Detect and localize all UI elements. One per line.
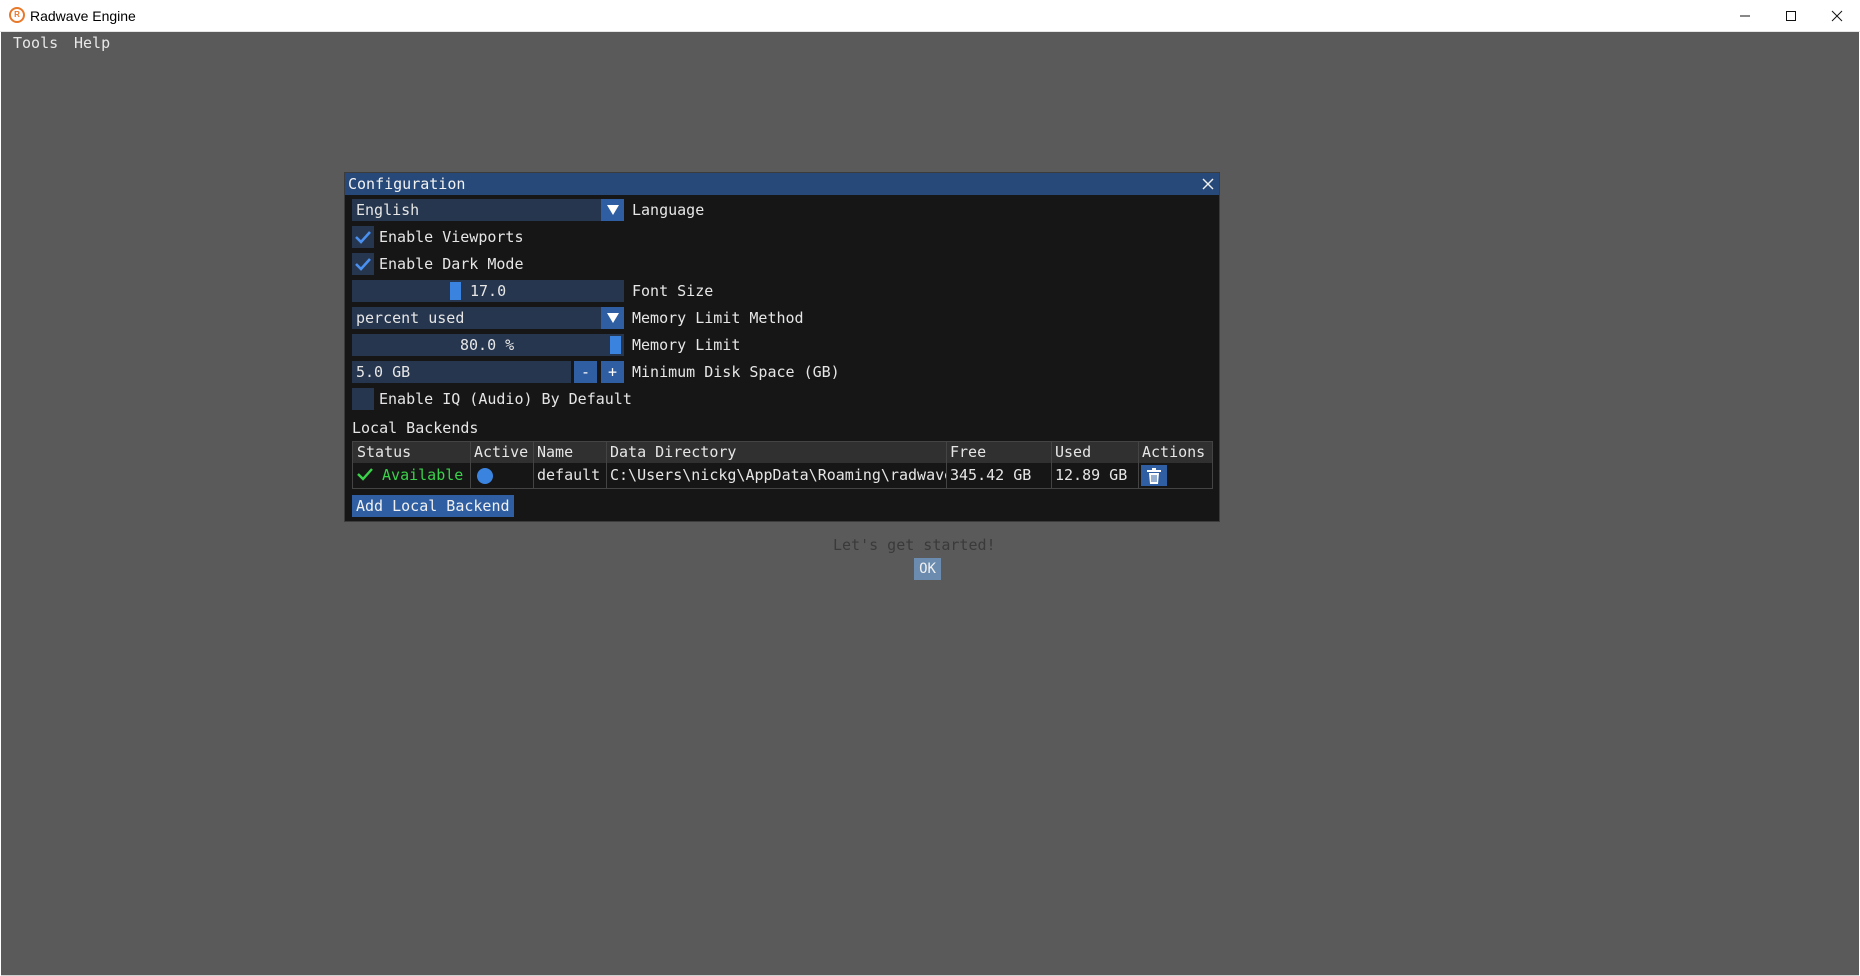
status-text: Available [382, 466, 464, 484]
actions-cell [1138, 463, 1212, 488]
memory-limit-method-select[interactable]: percent used [352, 307, 624, 329]
table-header: Status Active Name Data Directory Free U… [353, 442, 1212, 463]
memory-limit-slider-handle[interactable] [610, 336, 621, 354]
active-cell [470, 463, 533, 488]
column-header-actions[interactable]: Actions [1138, 442, 1212, 463]
memory-limit-label: Memory Limit [632, 336, 741, 354]
local-backends-heading: Local Backends [352, 419, 479, 437]
delete-backend-button[interactable] [1141, 465, 1167, 486]
column-divider [946, 442, 947, 488]
font-size-slider[interactable]: 17.0 [352, 280, 624, 302]
window-title: Radwave Engine [30, 8, 136, 24]
memory-limit-method-label: Memory Limit Method [632, 309, 804, 327]
menu-help[interactable]: Help [74, 34, 110, 52]
column-header-used[interactable]: Used [1051, 442, 1138, 463]
active-radio[interactable] [477, 467, 493, 484]
ok-button[interactable]: OK [914, 558, 941, 580]
min-disk-space-input[interactable]: 5.0 GB [352, 361, 571, 383]
min-disk-space-decrement-button[interactable]: - [574, 361, 597, 383]
column-header-free[interactable]: Free [946, 442, 1051, 463]
os-title-bar: R Radwave Engine [0, 0, 1860, 32]
column-divider [533, 442, 534, 488]
chevron-down-icon[interactable] [601, 199, 624, 221]
font-size-label: Font Size [632, 282, 714, 300]
language-select[interactable]: English [352, 199, 624, 221]
minimize-icon [1740, 15, 1750, 16]
language-value: English [356, 201, 420, 219]
column-divider [606, 442, 607, 488]
checkmark-icon [355, 231, 371, 244]
checkmark-icon [357, 468, 373, 481]
configuration-window: Configuration English Language Enable Vi… [344, 172, 1220, 522]
configuration-title-bar[interactable]: Configuration [345, 173, 1219, 195]
data-directory-cell: C:\Users\nickg\AppData\Roaming\radwave [610, 466, 946, 484]
language-label: Language [632, 201, 705, 219]
font-size-slider-handle[interactable] [450, 282, 461, 300]
configuration-close-button[interactable] [1198, 173, 1218, 195]
chevron-down-icon[interactable] [601, 307, 624, 329]
maximize-button[interactable] [1768, 0, 1814, 31]
column-header-data-directory[interactable]: Data Directory [606, 442, 946, 463]
close-window-button[interactable] [1814, 0, 1860, 31]
used-cell: 12.89 GB [1055, 466, 1128, 484]
column-divider [470, 442, 471, 488]
minimize-button[interactable] [1722, 0, 1768, 31]
local-backends-table: Status Active Name Data Directory Free U… [352, 441, 1213, 489]
memory-limit-slider[interactable]: 80.0 % [352, 334, 624, 356]
min-disk-space-increment-button[interactable]: + [601, 361, 624, 383]
min-disk-space-label: Minimum Disk Space (GB) [632, 363, 840, 381]
configuration-title: Configuration [348, 175, 466, 193]
close-icon [1831, 10, 1843, 21]
checkmark-icon [355, 258, 371, 271]
column-header-status[interactable]: Status [353, 442, 470, 463]
column-header-active[interactable]: Active [470, 442, 533, 463]
trash-icon [1147, 467, 1161, 484]
enable-dark-mode-label: Enable Dark Mode [379, 255, 524, 273]
column-header-name[interactable]: Name [533, 442, 606, 463]
column-divider [1051, 442, 1052, 488]
radwave-logo-icon: R [9, 7, 25, 23]
memory-limit-value: 80.0 % [460, 336, 515, 354]
enable-dark-mode-checkbox[interactable] [352, 253, 374, 275]
menu-tools[interactable]: Tools [13, 34, 58, 52]
enable-viewports-checkbox[interactable] [352, 226, 374, 248]
enable-iq-checkbox[interactable] [352, 388, 374, 410]
welcome-text: Let's get started! [833, 536, 996, 554]
close-icon [1202, 178, 1214, 190]
font-size-value: 17.0 [470, 282, 507, 300]
free-cell: 345.42 GB [950, 466, 1032, 484]
maximize-icon [1786, 10, 1796, 21]
table-row: Available default C:\Users\nickg\AppData… [353, 442, 1212, 488]
enable-iq-label: Enable IQ (Audio) By Default [379, 390, 632, 408]
add-local-backend-button[interactable]: Add Local Backend [352, 495, 514, 517]
menu-bar: Tools Help [1, 32, 1859, 54]
status-cell: Available [353, 463, 470, 488]
min-disk-space-value: 5.0 GB [356, 363, 411, 381]
name-cell: default [537, 466, 601, 484]
enable-viewports-label: Enable Viewports [379, 228, 524, 246]
column-divider [1138, 442, 1139, 488]
memory-limit-method-value: percent used [356, 309, 465, 327]
